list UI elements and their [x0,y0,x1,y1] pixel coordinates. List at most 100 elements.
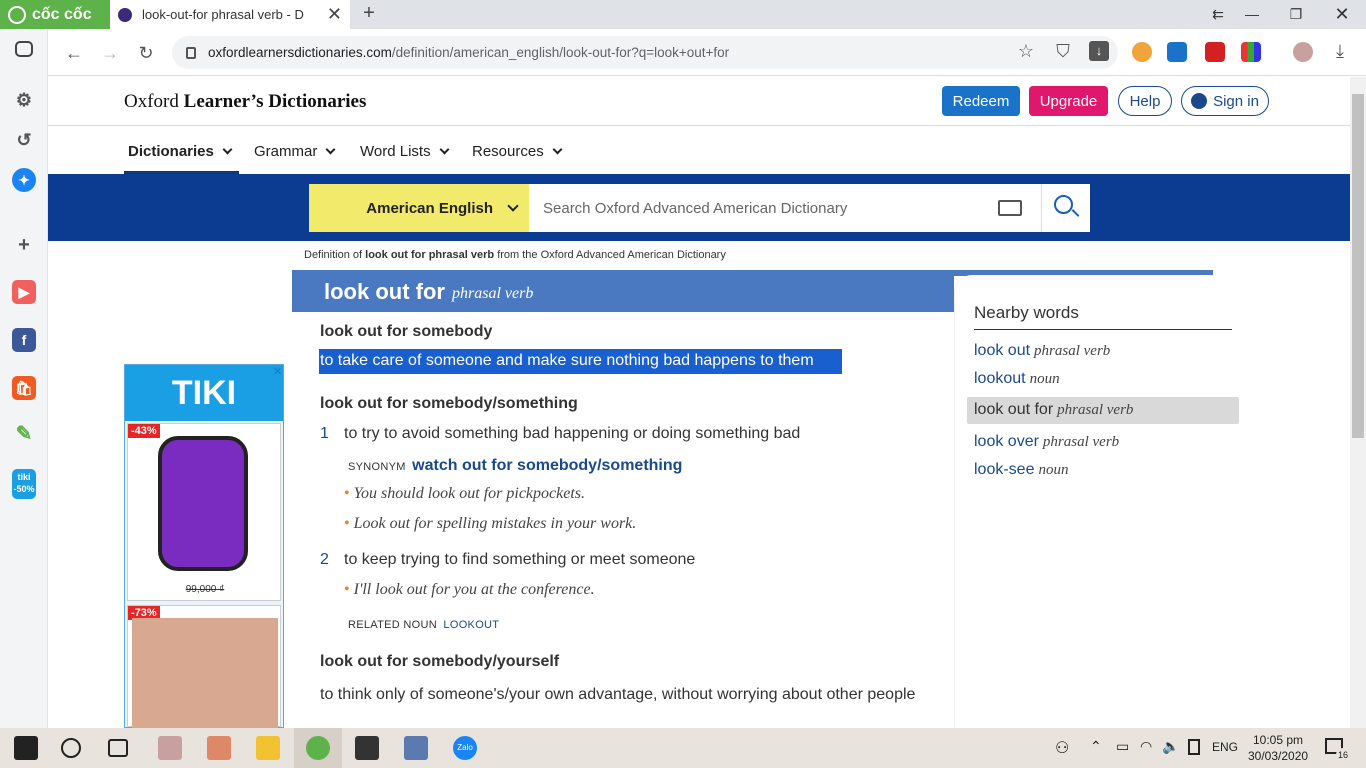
browser-tab[interactable]: look-out-for phrasal verb - D ✕ [110,0,350,29]
volume-icon[interactable]: 🔈 [1162,738,1179,755]
reload-button[interactable]: ↻ [134,41,158,65]
minimize-button[interactable]: — [1232,2,1272,26]
nearby-item[interactable]: look-see noun [974,461,1068,479]
wifi-icon[interactable]: ◠ [1140,738,1152,755]
device-icon[interactable] [1188,739,1200,755]
armband-product-image [158,436,248,571]
upgrade-button[interactable]: Upgrade [1029,86,1108,116]
ad-close-icon[interactable]: ✕ [273,365,283,379]
downloads-icon[interactable]: ⤓ [1328,39,1352,63]
shopee-icon[interactable]: 🛍 [12,376,36,400]
browser-sidebar: ⚙ ↺ ✦ + ▶ f 🛍 ✎ tiki -50% [0,29,48,728]
example-sentence: • I'll look out for you at the conference… [344,581,595,599]
coccoc-taskbar-icon[interactable] [306,736,330,760]
url-host: oxfordlearnersdictionaries.com [208,45,392,60]
definition-text: to keep trying to find something or meet… [344,551,696,568]
example-text: I'll look out for you at the conference. [353,581,595,598]
url-bar[interactable]: oxfordlearnersdictionaries.com /definiti… [172,36,1118,69]
nearby-pos: noun [1029,371,1060,387]
input-language[interactable]: ENG [1212,740,1238,754]
bookmark-star-icon[interactable]: ☆ [1014,39,1038,63]
coccoc-brand[interactable]: cốc cốc [0,0,110,29]
extension-new-icon[interactable] [1167,42,1187,62]
menu-word-lists[interactable]: Word Lists [360,141,450,161]
back-button[interactable]: ← [62,41,86,65]
tiki-ad-banner[interactable]: TIKI ✕ -43% 99,000 ₫ -73% [124,364,284,728]
help-button[interactable]: Help [1118,86,1172,116]
extension-red-icon[interactable] [1205,42,1225,62]
nearby-item[interactable]: lookout noun [974,370,1060,388]
related-link[interactable]: LOOKOUT [443,619,499,631]
youtube-icon[interactable]: ▶ [12,280,36,304]
bullet-icon: • [344,485,350,502]
dictionary-language-select[interactable]: American English [309,184,529,232]
search-icon-handle [1071,209,1080,217]
forward-button[interactable]: → [98,41,122,65]
paint-app-icon[interactable] [207,736,231,760]
people-icon[interactable]: ⚇ [1055,738,1069,758]
close-tab-icon[interactable]: ✕ [327,4,342,25]
scrollbar-thumb[interactable] [1352,94,1364,438]
definition-text-selected: to take care of someone and make sure no… [320,352,814,369]
app-icon[interactable] [404,736,428,760]
app-icon[interactable] [158,736,182,760]
keyboard-icon[interactable] [998,200,1022,216]
bullet-icon: • [344,515,350,532]
discount-badge: -43% [128,424,160,438]
search-taskbar-icon[interactable] [61,738,81,758]
menu-grammar[interactable]: Grammar [254,141,336,161]
messenger-icon[interactable]: ✦ [12,168,36,192]
sign-in-button[interactable]: Sign in [1181,86,1269,116]
facebook-icon[interactable]: f [12,328,36,352]
ad-product-card[interactable]: -43% 99,000 ₫ [127,423,281,601]
nearby-pos: phrasal verb [1057,402,1134,418]
new-tab-button[interactable]: + [358,2,380,26]
source-suffix: from the Oxford Advanced American Dictio… [497,249,726,261]
nearby-pos: phrasal verb [1034,343,1111,359]
notification-count: 16 [1336,748,1350,762]
coccoc-dictionary-icon[interactable]: ✎ [12,422,36,446]
profile-avatar[interactable] [1293,42,1313,62]
system-clock[interactable]: 10:05 pm 30/03/2020 [1248,732,1308,764]
synonym-link[interactable]: watch out for somebody/something [412,457,682,474]
nearby-word: lookout [974,370,1026,387]
search-input[interactable]: Search Oxford Advanced American Dictiona… [529,184,1041,232]
file-explorer-icon[interactable] [256,736,280,760]
related-label: RELATED NOUN [348,619,437,631]
bullet-icon: • [344,581,350,598]
settings-gear-icon[interactable]: ⚙ [12,88,36,112]
battery-icon[interactable]: ▭ [1116,738,1129,755]
download-page-icon[interactable]: ↓ [1089,41,1109,61]
nearby-item[interactable]: look over phrasal verb [974,433,1119,451]
chevron-down-icon [439,144,450,154]
synonym-label: SYNONYM [348,461,406,473]
menu-resources[interactable]: Resources [472,141,563,161]
chevron-up-icon[interactable]: ⌃ [1090,738,1102,755]
nearby-item-active[interactable]: look out for phrasal verb [974,401,1133,419]
sidebar-panel-icon[interactable] [15,41,33,57]
extension-chrome-icon[interactable] [1132,42,1152,62]
shield-icon[interactable]: ⛉ [1051,39,1075,63]
sticky-notes-icon[interactable] [355,736,379,760]
add-sidebar-app-icon[interactable]: + [12,233,36,257]
extension-color-icon[interactable] [1241,42,1261,62]
tiki-ad-logo: TIKI [125,365,283,421]
nearby-item[interactable]: look out phrasal verb [974,342,1110,360]
lock-icon[interactable] [186,46,196,59]
close-window-button[interactable]: ✕ [1322,2,1362,26]
synonym-row: SYNONYM watch out for somebody/something [348,457,682,475]
tiki-sale-icon[interactable]: tiki -50% [12,469,36,499]
windows-start-icon[interactable] [14,736,38,760]
chevron-down-icon [222,144,233,154]
history-icon[interactable]: ↺ [12,128,36,152]
task-view-icon[interactable] [108,739,128,757]
menu-dictionaries[interactable]: Dictionaries [128,141,233,161]
user-icon [1191,93,1208,109]
maximize-button[interactable]: ❐ [1276,2,1316,26]
oxford-logo[interactable]: Oxford Learner’s Dictionaries [124,91,366,113]
nearby-words-title: Nearby words [974,303,1079,322]
zalo-icon[interactable]: Zalo [453,736,477,760]
search-button[interactable] [1041,184,1090,232]
redeem-button[interactable]: Redeem [942,86,1020,116]
ad-product-card[interactable]: -73% [127,605,281,728]
